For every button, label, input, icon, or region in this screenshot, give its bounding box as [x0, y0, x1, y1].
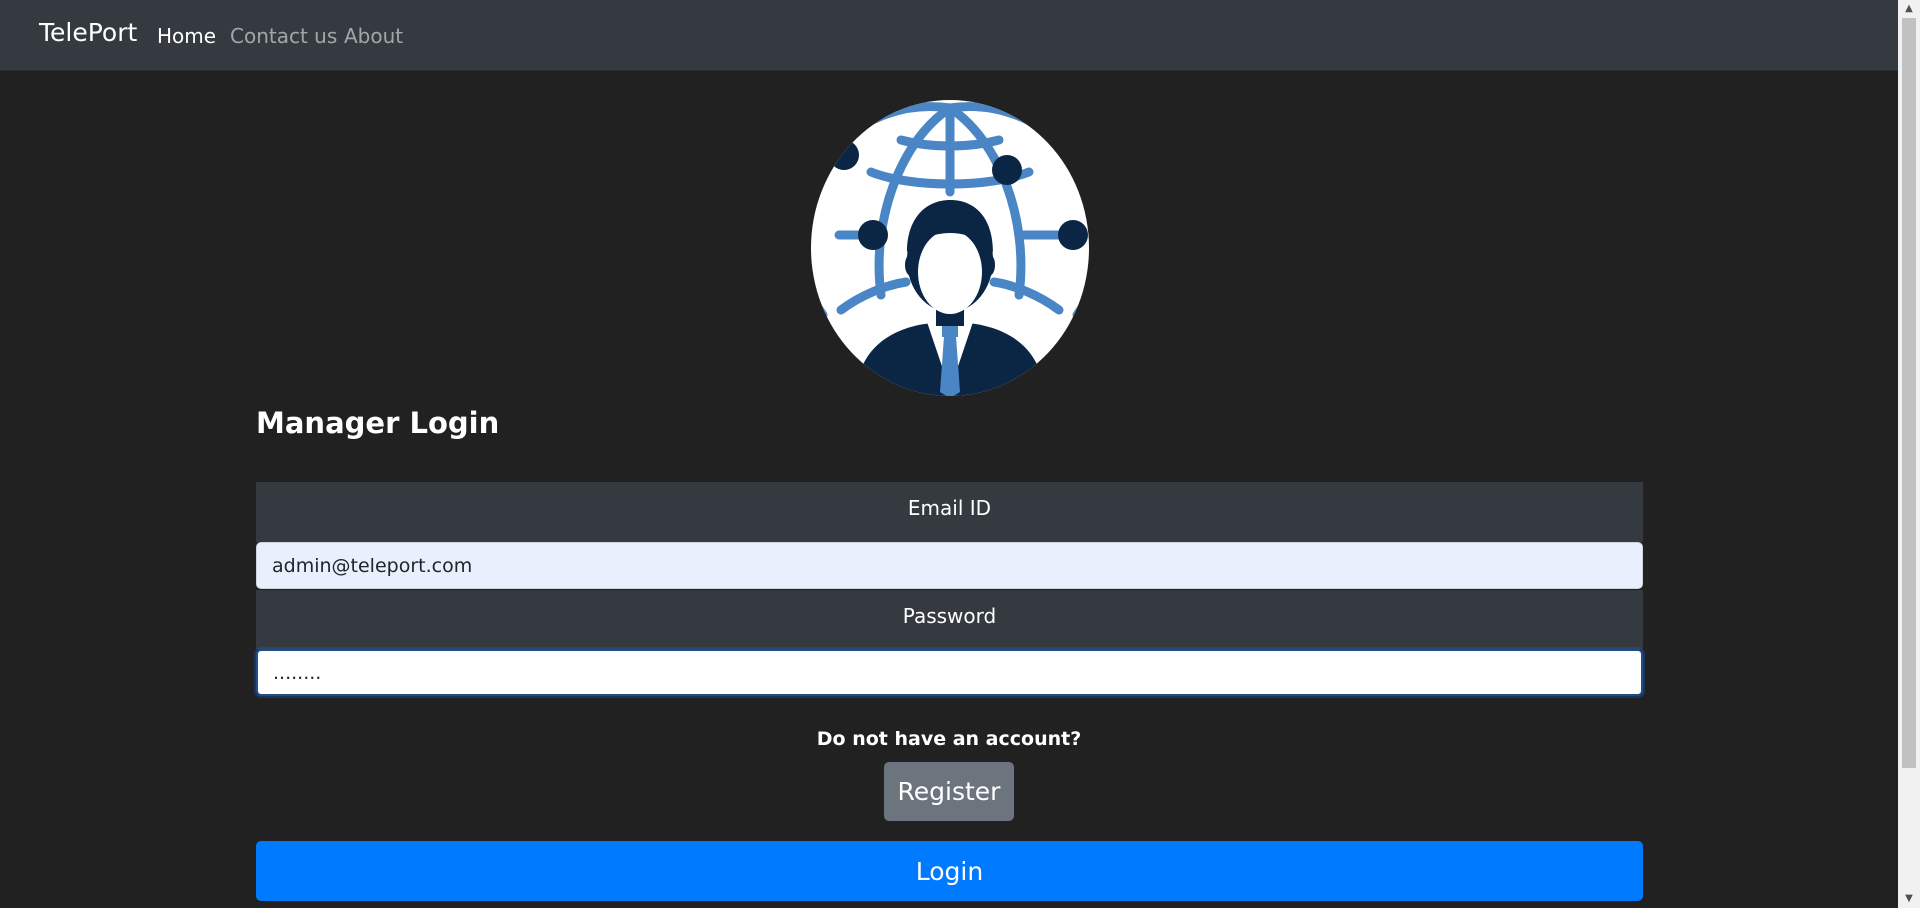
manager-globe-icon [811, 100, 1089, 396]
vertical-scrollbar[interactable]: ▲ ▼ [1898, 0, 1920, 908]
nav-link-contact[interactable]: Contact us [230, 24, 337, 48]
navbar-brand[interactable]: TelePort [39, 18, 137, 47]
nav-link-about[interactable]: About [344, 24, 403, 48]
password-label: Password [256, 590, 1643, 649]
email-label: Email ID [256, 482, 1643, 542]
login-button[interactable]: Login [256, 841, 1643, 901]
scroll-thumb[interactable] [1902, 18, 1916, 768]
page-title: Manager Login [256, 406, 500, 440]
no-account-text: Do not have an account? [816, 728, 1082, 750]
nav-link-home[interactable]: Home [157, 24, 216, 48]
password-input[interactable] [256, 649, 1643, 696]
email-input[interactable] [256, 542, 1643, 589]
top-navbar: TelePort Home Contact us About [0, 0, 1898, 71]
register-button[interactable]: Register [884, 762, 1014, 821]
scroll-up-arrow-icon[interactable]: ▲ [1898, 0, 1920, 18]
scroll-down-arrow-icon[interactable]: ▼ [1898, 890, 1920, 908]
